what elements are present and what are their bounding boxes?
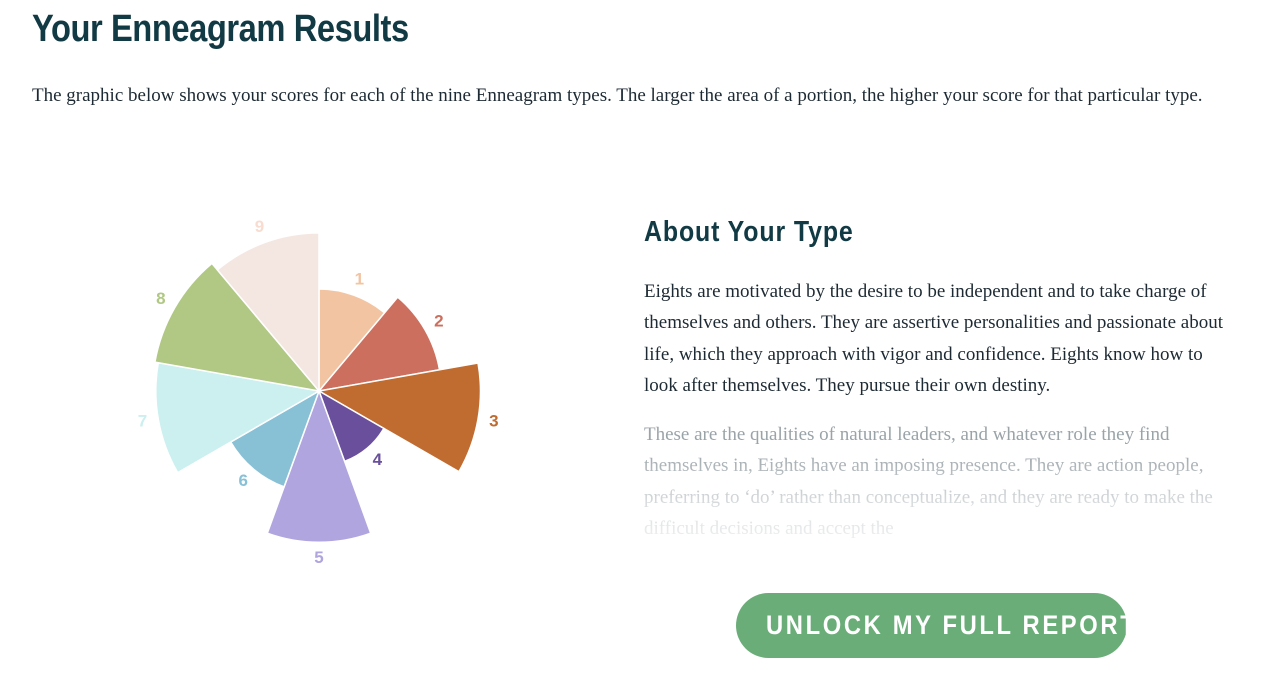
unlock-report-button[interactable]: UNLOCK MY FULL REPORT [736,593,1135,658]
chart-label-type-1: 1 [355,270,364,289]
unlock-button-label: UNLOCK MY FULL REPORT [766,610,1138,640]
chart-label-type-7: 7 [138,412,147,431]
chart-label-type-9: 9 [255,217,264,236]
page-title: Your Enneagram Results [32,8,409,50]
about-text: Eights are motivated by the desire to be… [644,276,1234,568]
chart-label-type-5: 5 [314,548,323,567]
chart-label-type-8: 8 [156,289,165,308]
intro-text: The graphic below shows your scores for … [32,85,1203,106]
enneagram-polar-chart: 1 2 3 4 5 6 7 8 9 [138,217,499,567]
about-paragraph-1: Eights are motivated by the desire to be… [644,281,1223,396]
enneagram-chart: 1 2 3 4 5 6 7 8 9 [0,150,640,580]
chart-label-type-3: 3 [489,411,498,430]
chart-label-type-6: 6 [238,471,247,490]
chart-label-type-2: 2 [434,311,443,330]
about-title: About Your Type [644,216,854,248]
chart-label-type-4: 4 [373,450,383,469]
text-fade-overlay [644,448,1234,568]
